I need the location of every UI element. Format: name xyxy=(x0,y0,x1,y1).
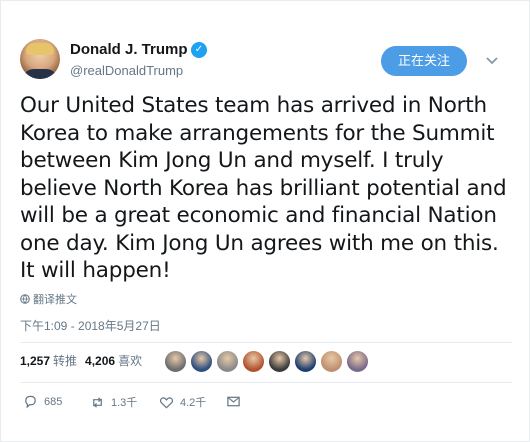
liker-avatar[interactable] xyxy=(242,350,265,373)
liker-avatar[interactable] xyxy=(268,350,291,373)
message-icon xyxy=(227,396,240,407)
chevron-down-icon[interactable] xyxy=(485,53,499,67)
reply-count: 685 xyxy=(44,395,63,408)
translate-tweet-link[interactable]: 翻译推文 xyxy=(20,291,77,307)
reply-icon xyxy=(25,395,36,409)
verified-badge-icon: ✓ xyxy=(191,42,207,58)
liker-avatar[interactable] xyxy=(164,350,187,373)
like-count: 4.2千 xyxy=(180,397,207,409)
retweet-button[interactable]: 1.3千 xyxy=(90,394,137,410)
user-handle[interactable]: @realDonaldTrump xyxy=(70,63,183,78)
direct-message-button[interactable] xyxy=(226,394,241,409)
like-button[interactable]: 4.2千 xyxy=(159,394,206,410)
translate-label: 翻译推文 xyxy=(33,294,77,306)
tweet-card: Donald J. Trump ✓ @realDonaldTrump 正在关注 … xyxy=(0,0,530,442)
tweet-actions: 685 1.3千 4.2千 xyxy=(20,394,260,414)
avatar-suit xyxy=(22,69,58,79)
divider xyxy=(20,342,512,343)
divider xyxy=(20,382,512,383)
globe-icon xyxy=(20,294,30,304)
liker-avatar[interactable] xyxy=(216,350,239,373)
tweet-timestamp[interactable]: 下午1:09 - 2018年5月27日 xyxy=(20,317,161,334)
heart-icon xyxy=(159,396,174,409)
liker-avatar[interactable] xyxy=(190,350,213,373)
retweets-label[interactable]: 转推 xyxy=(53,352,77,369)
retweet-icon xyxy=(93,396,102,408)
following-button[interactable]: 正在关注 xyxy=(381,46,467,76)
liker-avatars xyxy=(164,350,369,373)
likes-count[interactable]: 4,206 xyxy=(85,354,115,368)
liker-avatar[interactable] xyxy=(320,350,343,373)
likes-label[interactable]: 喜欢 xyxy=(118,352,142,369)
avatar-hair xyxy=(26,43,54,55)
retweet-count: 1.3千 xyxy=(111,397,138,409)
liker-avatar[interactable] xyxy=(294,350,317,373)
reply-button[interactable]: 685 xyxy=(23,394,62,409)
liker-avatar[interactable] xyxy=(346,350,369,373)
avatar[interactable] xyxy=(20,39,60,79)
display-name[interactable]: Donald J. Trump xyxy=(70,41,188,58)
tweet-stats: 1,257 转推 4,206 喜欢 xyxy=(20,352,150,369)
retweets-count[interactable]: 1,257 xyxy=(20,354,50,368)
tweet-text: Our United States team has arrived in No… xyxy=(20,93,507,283)
